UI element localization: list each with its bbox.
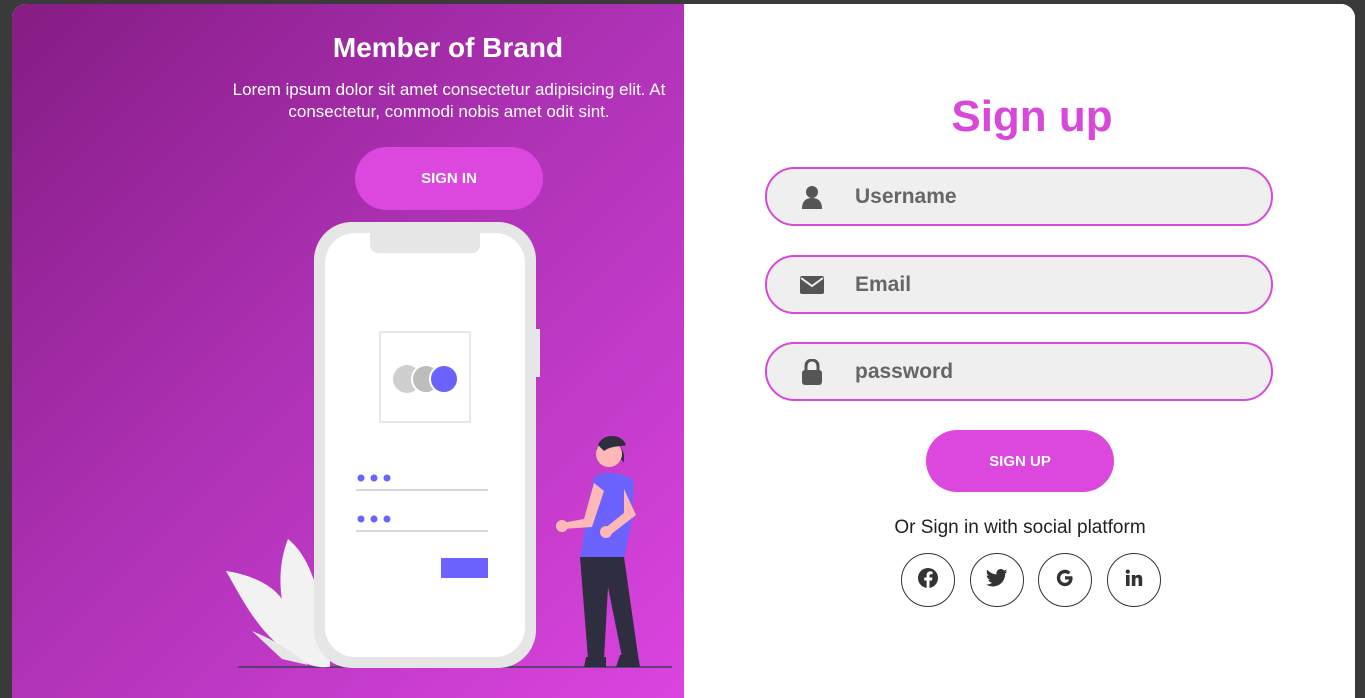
user-icon [797, 182, 827, 212]
linkedin-button[interactable] [1107, 553, 1161, 607]
sign-in-button[interactable]: SIGN IN [355, 147, 543, 210]
facebook-button[interactable] [901, 553, 955, 607]
signup-title: Sign up [951, 92, 1113, 141]
twitter-icon [985, 568, 1008, 592]
password-input[interactable] [853, 358, 1237, 385]
google-button[interactable] [1038, 553, 1092, 607]
app-frame: Member of Brand Lorem ipsum dolor sit am… [12, 4, 1355, 698]
login-illustration [226, 222, 672, 668]
social-signin-text: Or Sign in with social platform [894, 517, 1146, 538]
username-input[interactable] [853, 183, 1237, 210]
sign-up-button[interactable]: SIGN UP [926, 430, 1114, 492]
brand-title: Member of Brand [332, 32, 564, 63]
signup-panel: Sign up SIGN UP Or Sign in with social p… [684, 4, 1355, 698]
left-panel: Member of Brand Lorem ipsum dolor sit am… [12, 4, 684, 698]
lock-icon [797, 357, 827, 387]
username-field[interactable] [765, 167, 1273, 226]
linkedin-icon [1125, 569, 1143, 592]
email-input[interactable] [853, 271, 1237, 298]
envelope-icon [797, 270, 827, 300]
facebook-icon [917, 567, 939, 594]
brand-description: Lorem ipsum dolor sit amet consectetur a… [232, 80, 666, 121]
twitter-button[interactable] [970, 553, 1024, 607]
password-field[interactable] [765, 342, 1273, 401]
google-icon [1055, 568, 1075, 593]
email-field[interactable] [765, 255, 1273, 314]
